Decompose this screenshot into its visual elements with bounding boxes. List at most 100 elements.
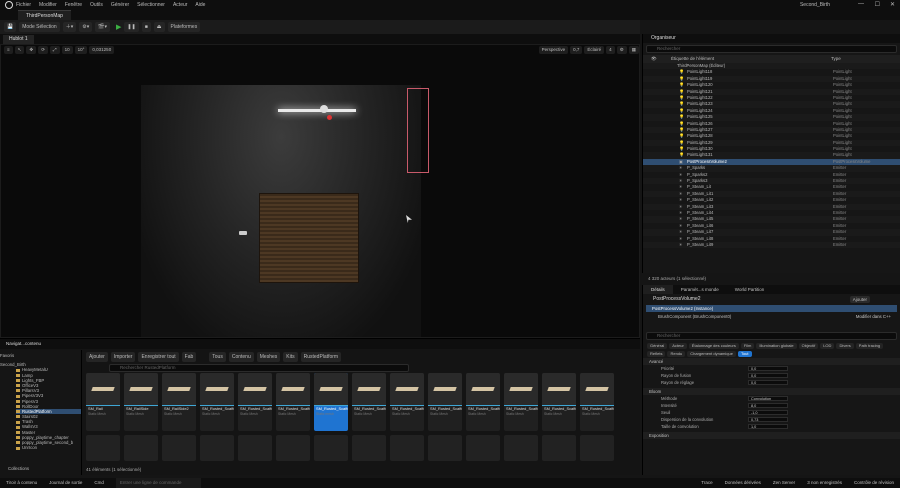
derived-data-button[interactable]: Données dérivées xyxy=(725,478,761,488)
layout-icon[interactable]: ▦ xyxy=(628,46,639,54)
property-value[interactable]: 1,0 xyxy=(748,424,788,429)
add-button[interactable]: Ajouter xyxy=(86,352,108,362)
asset-tile[interactable]: SM_Rusted_Scaffold_Kit_Bracket_B_2x2MSta… xyxy=(276,373,310,431)
select-tool-icon[interactable]: ↖ xyxy=(14,46,25,54)
asset-tile-partial[interactable] xyxy=(466,435,500,461)
asset-tile-partial[interactable] xyxy=(124,435,158,461)
platforms-button[interactable]: Plateformes xyxy=(167,22,201,32)
menu-fichier[interactable]: Fichier xyxy=(16,2,31,8)
viewport-tab[interactable]: Hublot 1 xyxy=(3,35,34,44)
cinematics-icon[interactable]: 🎬▾ xyxy=(95,22,110,32)
tab-world-settings[interactable]: Paramèt...s monde xyxy=(673,285,727,294)
lit-mode-button[interactable]: Éclairé xyxy=(584,46,605,54)
asset-tile[interactable]: SM_RailSide Static Mesh xyxy=(124,373,158,431)
property-value[interactable]: -1,0 xyxy=(748,410,788,415)
asset-tile-partial[interactable] xyxy=(580,435,614,461)
save-all-button[interactable]: Enregistrer tout xyxy=(138,352,179,362)
filter-chip[interactable]: Reflets xyxy=(647,351,666,357)
rotate-tool-icon[interactable]: ⟳ xyxy=(38,46,48,54)
fab-button[interactable]: Fab xyxy=(181,352,197,362)
scale-snap-value[interactable]: 0,031250 xyxy=(89,46,115,54)
filter-chip[interactable]: Divers xyxy=(836,343,854,349)
menu-generer[interactable]: Générer xyxy=(111,2,129,8)
col-type[interactable]: Type xyxy=(831,55,841,63)
filter-chip[interactable]: Tout xyxy=(737,351,752,357)
asset-tile[interactable]: SM_Rusted_Scaffold_Kit_Damaged_...Static… xyxy=(542,373,576,431)
filter-chip[interactable]: LOD xyxy=(820,343,835,349)
property-value[interactable]: 0,73 xyxy=(748,417,788,422)
asset-tile-partial[interactable] xyxy=(200,435,234,461)
minimize-icon[interactable]: — xyxy=(858,1,864,7)
asset-tile-partial[interactable] xyxy=(504,435,538,461)
angle-snap-value[interactable]: 10° xyxy=(74,46,88,54)
property-value[interactable]: 0,0 xyxy=(748,366,788,371)
source-control-button[interactable]: Contrôle de révision xyxy=(854,478,894,488)
asset-tile[interactable]: SM_Rusted_Scaffold_Kit_Corner_PlatformSt… xyxy=(352,373,386,431)
map-tab[interactable]: ThirdPersonMap xyxy=(18,10,71,20)
eject-icon[interactable]: ⏏ xyxy=(153,22,165,32)
add-component-button[interactable]: Ajouter xyxy=(849,295,870,303)
section-exposure[interactable]: Exposition xyxy=(643,432,900,439)
filter-chip[interactable]: Objectif xyxy=(798,343,819,349)
viewport[interactable]: ≡ ↖ ✥ ⟳ ⤢ 10 10° 0,031250 Perspective 0,… xyxy=(0,44,640,338)
mode-selection-button[interactable]: Mode Sélection xyxy=(19,22,60,32)
property-value[interactable]: Convolution xyxy=(748,396,788,401)
property-value[interactable]: 0,0 xyxy=(748,373,788,378)
camera-speed-value[interactable]: 0,7 xyxy=(570,46,583,54)
filter-chip[interactable]: Acteur xyxy=(669,343,687,349)
move-tool-icon[interactable]: ✥ xyxy=(26,46,37,54)
col-label[interactable]: Étiquette de l'élément xyxy=(671,55,714,63)
menu-acteur[interactable]: Acteur xyxy=(173,2,187,8)
import-button[interactable]: Importer xyxy=(110,352,136,362)
menu-selectionner[interactable]: Sélectionner xyxy=(137,2,165,8)
property-value[interactable]: 0,0 xyxy=(748,380,788,385)
edit-cpp-link[interactable]: Modifier dans C++ xyxy=(856,313,891,320)
blueprint-icon[interactable]: ⚙▾ xyxy=(79,22,93,32)
asset-tile-partial[interactable] xyxy=(238,435,272,461)
favorites-header[interactable]: Favoris xyxy=(0,353,81,358)
asset-tile-partial[interactable] xyxy=(390,435,424,461)
section-bloom[interactable]: Bloom xyxy=(643,388,900,395)
zen-server-button[interactable]: Zen Server xyxy=(773,478,795,488)
asset-tile-partial[interactable] xyxy=(542,435,576,461)
filter-chip[interactable]: Étalonnage des couleurs xyxy=(688,343,739,349)
collections-header[interactable]: Collections xyxy=(8,466,29,471)
maximize-icon[interactable]: ☐ xyxy=(875,1,880,8)
breadcrumb-meshes[interactable]: Meshes xyxy=(256,352,281,362)
folder-item[interactable]: UnrIcon xyxy=(16,445,81,450)
pause-icon[interactable]: ❚❚ xyxy=(124,22,139,32)
perspective-button[interactable]: Perspective xyxy=(538,46,569,54)
light-source-icon[interactable] xyxy=(320,105,328,113)
trace-button[interactable]: Trace xyxy=(701,478,712,488)
menu-aide[interactable]: Aide xyxy=(195,2,205,8)
filter-chip[interactable]: Chargement dynamique xyxy=(687,351,736,357)
filter-chip[interactable]: Rendu xyxy=(667,351,686,357)
cmd-button[interactable]: Cmd xyxy=(94,478,104,488)
asset-tile-partial[interactable] xyxy=(314,435,348,461)
content-drawer-button[interactable]: Tiroir à contenu xyxy=(6,478,37,488)
component-row[interactable]: BrushComponent (BrushComponent0) Modifie… xyxy=(646,313,897,320)
add-actor-icon[interactable]: ＋▾ xyxy=(62,22,77,32)
post-process-volume-bounds[interactable] xyxy=(407,88,429,173)
tab-details[interactable]: Détails xyxy=(643,285,673,294)
filter-chip[interactable]: Path tracing xyxy=(855,343,884,349)
asset-tile[interactable]: SM_Rusted_Scaffold_Kit_Damaged_...Static… xyxy=(466,373,500,431)
asset-tile-partial[interactable] xyxy=(276,435,310,461)
output-log-button[interactable]: Journal de sortie xyxy=(49,478,82,488)
asset-tile-partial[interactable] xyxy=(162,435,196,461)
asset-tile[interactable]: SM_Rusted_Scaffold_Kit_Damaged_...Static… xyxy=(504,373,538,431)
asset-tile-partial[interactable] xyxy=(428,435,462,461)
filter-chip[interactable]: Illumination globale xyxy=(756,343,797,349)
viewport-menu-icon[interactable]: ≡ xyxy=(4,46,13,54)
breadcrumb-contenu[interactable]: Contenu xyxy=(228,352,254,362)
play-icon[interactable]: ▶ xyxy=(116,23,121,31)
asset-tile-partial[interactable] xyxy=(352,435,386,461)
asset-tile[interactable]: SM_Rusted_Scaffold_Kit_Corner_PlatformSt… xyxy=(314,373,348,431)
filter-chip[interactable]: Film xyxy=(740,343,755,349)
tab-world-partition[interactable]: World Partition xyxy=(727,285,772,294)
unsaved-button[interactable]: 3 non enregistrés xyxy=(807,478,842,488)
asset-tile[interactable]: SM_Rusted_Scaffold_Kit_Damaged_...Static… xyxy=(580,373,614,431)
breadcrumb-all[interactable]: Tous xyxy=(209,352,226,362)
details-search-input[interactable]: Rechercher xyxy=(646,332,897,340)
asset-tile[interactable]: SM_Rusted_Scaffold_Kit_Damaged_...Static… xyxy=(428,373,462,431)
